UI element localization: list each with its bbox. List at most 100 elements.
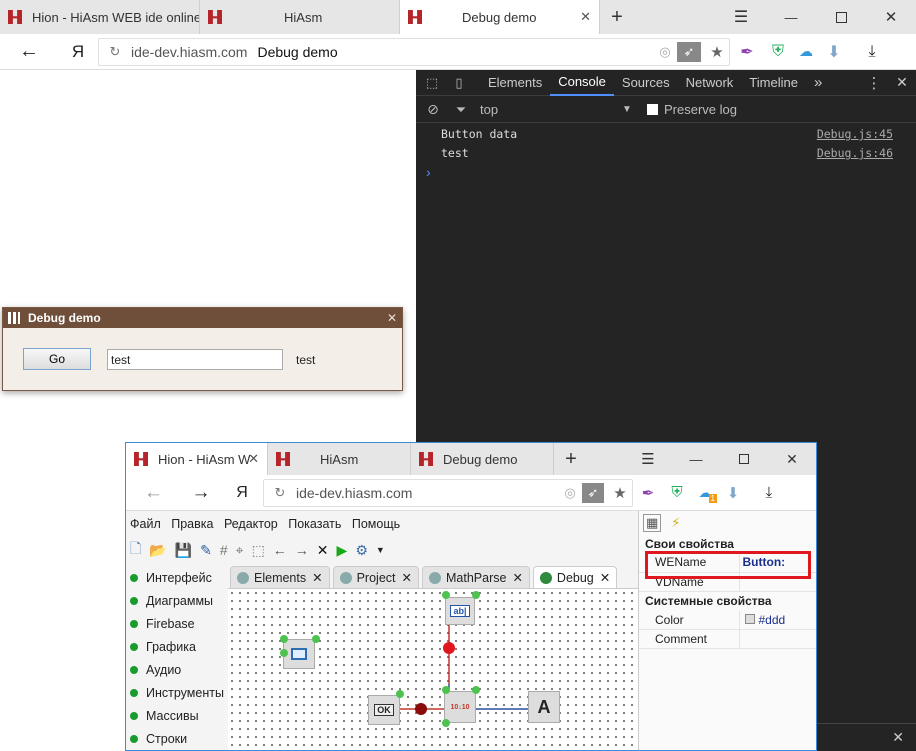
edit-icon[interactable]: ✎	[200, 542, 212, 559]
close-window-button[interactable]: ✕	[768, 443, 816, 475]
close-tab-icon[interactable]: ✕	[512, 570, 522, 585]
align-icon[interactable]: ⌖	[236, 542, 244, 559]
editor-tab-project[interactable]: Project ✕	[332, 566, 419, 588]
devtools-menu-icon[interactable]: ⋮	[860, 74, 888, 92]
tab-hion[interactable]: Hion - HiAsm WEB ide online	[0, 0, 200, 34]
button-component[interactable]: OK	[368, 695, 400, 725]
minimize-button[interactable]: —	[766, 0, 816, 34]
build-icon[interactable]: ⚙	[355, 542, 368, 559]
undo-icon[interactable]: ←	[273, 542, 287, 558]
connection-point[interactable]	[280, 635, 288, 643]
close-tab-icon[interactable]: ✕	[580, 9, 591, 25]
drawer-close-icon[interactable]: ✕	[892, 729, 904, 746]
bookmark-star-icon[interactable]: ★	[608, 484, 632, 502]
source-link[interactable]: Debug.js:45	[817, 127, 893, 145]
events-lightning-icon[interactable]: ⚡	[671, 515, 680, 531]
refresh-icon[interactable]: ↻	[99, 44, 131, 60]
tab-hiasm[interactable]: HiAsm	[200, 0, 400, 34]
grid-icon[interactable]: #	[220, 542, 228, 558]
downloads-icon[interactable]: ⤓	[747, 484, 791, 501]
build-dropdown-icon[interactable]: ▼	[376, 545, 385, 555]
globe-icon[interactable]: ◎	[653, 44, 677, 60]
inspect-element-icon[interactable]: ⬚	[416, 75, 448, 91]
tab-hiasm[interactable]: HiAsm	[268, 443, 411, 475]
palette-item[interactable]: Строки	[126, 727, 224, 750]
url-field[interactable]: ↻ ide-dev.hiasm.com Debug demo ◎ ➶ ★	[98, 37, 730, 66]
palette-item[interactable]: Firebase	[126, 612, 224, 635]
globe-icon[interactable]: ◎	[558, 485, 582, 501]
filter-icon[interactable]: ⏷	[450, 102, 472, 118]
close-tab-icon[interactable]: ✕	[402, 570, 412, 585]
connection-point[interactable]	[442, 591, 450, 599]
frame-icon[interactable]: ⬚	[252, 542, 265, 559]
ghost-extension-icon[interactable]: ☁ 1	[691, 485, 719, 503]
new-tab-button[interactable]: +	[554, 443, 588, 475]
prop-row-color[interactable]: Color #ddd	[639, 610, 816, 630]
forward-arrow-icon[interactable]: →	[181, 482, 221, 504]
tab-debug-demo[interactable]: Debug demo	[411, 443, 554, 475]
menu-help[interactable]: Помощь	[352, 517, 400, 531]
edit-component[interactable]: ab|	[445, 597, 475, 625]
menu-icon[interactable]: ☰	[716, 0, 766, 34]
context-select[interactable]: top	[472, 102, 622, 117]
redo-icon[interactable]: →	[295, 542, 309, 558]
download-extension-icon[interactable]: ⬇	[820, 42, 848, 62]
run-icon[interactable]: ▶	[337, 542, 348, 559]
close-tab-icon[interactable]: ✕	[312, 570, 322, 585]
palette-item[interactable]: Инструменты	[126, 681, 224, 704]
dialog-title-bar[interactable]: Debug demo ✕	[3, 308, 402, 328]
maximize-button[interactable]	[816, 0, 866, 34]
device-mode-icon[interactable]: ▯	[448, 75, 470, 91]
back-arrow-icon[interactable]: ←	[126, 482, 181, 504]
connection-point[interactable]	[442, 686, 450, 694]
editor-tab-mathparse[interactable]: MathParse ✕	[421, 566, 530, 588]
properties-icon[interactable]: ▦	[643, 514, 662, 532]
download-extension-icon[interactable]: ⬇	[719, 484, 747, 502]
close-tab-icon[interactable]: ✕	[248, 451, 259, 467]
save-icon[interactable]: 💾	[175, 542, 192, 559]
context-dropdown-icon[interactable]: ▼	[622, 104, 642, 115]
minimize-button[interactable]: —	[672, 443, 720, 475]
menu-view[interactable]: Показать	[288, 517, 341, 531]
yandex-logo-icon[interactable]: Я	[221, 484, 263, 502]
palette-item[interactable]: Графика	[126, 635, 224, 658]
devtools-tab-network[interactable]: Network	[678, 75, 742, 90]
connection-point[interactable]	[280, 649, 288, 657]
devtools-tab-sources[interactable]: Sources	[614, 75, 678, 90]
yandex-logo-icon[interactable]: Я	[58, 42, 98, 62]
schema-canvas[interactable]: ab| OK 10↓10 A	[228, 588, 638, 750]
shield-extension-icon[interactable]: ⛨	[663, 484, 691, 501]
menu-file[interactable]: Файл	[130, 517, 161, 531]
palette-item[interactable]: Диаграммы	[126, 589, 224, 612]
menu-editor[interactable]: Редактор	[224, 517, 278, 531]
ghost-extension-icon[interactable]: ☁	[792, 43, 820, 60]
rocket-icon[interactable]: ➶	[582, 482, 604, 503]
feather-extension-icon[interactable]: ✒	[730, 42, 764, 62]
connection-point[interactable]	[442, 719, 450, 727]
menu-edit[interactable]: Правка	[171, 517, 213, 531]
connection-point[interactable]	[312, 635, 320, 643]
label-component[interactable]: A	[528, 691, 560, 723]
tab-debug-demo[interactable]: Debug demo ✕	[400, 0, 600, 34]
url-field[interactable]: ↻ ide-dev.hiasm.com ◎ ➶ ★	[263, 478, 633, 507]
more-tabs-icon[interactable]: »	[806, 74, 830, 91]
downloads-icon[interactable]: ⤓	[848, 43, 896, 61]
devtools-tab-console[interactable]: Console	[550, 70, 614, 96]
open-folder-icon[interactable]: 📂	[149, 542, 166, 559]
connection-point[interactable]	[472, 686, 480, 694]
delete-icon[interactable]: ✕	[317, 542, 329, 559]
feather-extension-icon[interactable]: ✒	[633, 484, 663, 502]
editor-tab-debug[interactable]: Debug ✕	[532, 566, 618, 588]
clear-console-icon[interactable]: ⊘	[416, 101, 450, 118]
rocket-icon[interactable]: ➶	[677, 41, 701, 62]
hub-point[interactable]	[443, 642, 455, 654]
connection-point[interactable]	[472, 591, 480, 599]
connection-point[interactable]	[396, 690, 404, 698]
palette-item[interactable]: Аудио	[126, 658, 224, 681]
source-link[interactable]: Debug.js:46	[817, 146, 893, 164]
devtools-close-icon[interactable]: ✕	[888, 74, 916, 91]
editor-tab-elements[interactable]: Elements ✕	[230, 566, 330, 588]
back-arrow-icon[interactable]: ←	[0, 40, 58, 63]
close-tab-icon[interactable]: ✕	[600, 570, 610, 585]
prop-row-comment[interactable]: Comment	[639, 629, 816, 649]
